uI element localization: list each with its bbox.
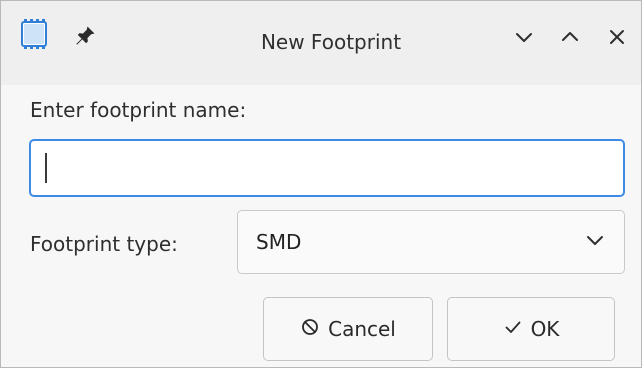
chevron-down-icon (584, 229, 606, 255)
footprint-type-select[interactable]: SMD (237, 210, 625, 274)
close-icon[interactable] (604, 24, 630, 50)
footprint-icon (19, 19, 49, 49)
ok-button-label: OK (530, 317, 560, 341)
footprint-name-label: Enter footprint name: (30, 98, 247, 122)
cancel-button-label: Cancel (328, 317, 396, 341)
pin-icon[interactable] (73, 24, 97, 48)
window-title: New Footprint (260, 30, 402, 54)
new-footprint-dialog: New Footprint Enter footprint name: Foot… (0, 0, 642, 368)
footprint-name-input[interactable] (29, 139, 625, 197)
chevron-down-icon[interactable] (511, 24, 537, 50)
title-bar: New Footprint (1, 1, 641, 86)
chevron-up-icon[interactable] (557, 24, 583, 50)
ok-button[interactable]: OK (447, 297, 615, 361)
cancel-icon (300, 317, 320, 342)
footprint-type-value: SMD (256, 230, 302, 254)
dialog-content: Enter footprint name: Footprint type: SM… (1, 85, 641, 367)
footprint-type-label: Footprint type: (30, 232, 178, 256)
check-icon (503, 317, 523, 342)
cancel-button[interactable]: Cancel (263, 297, 433, 361)
